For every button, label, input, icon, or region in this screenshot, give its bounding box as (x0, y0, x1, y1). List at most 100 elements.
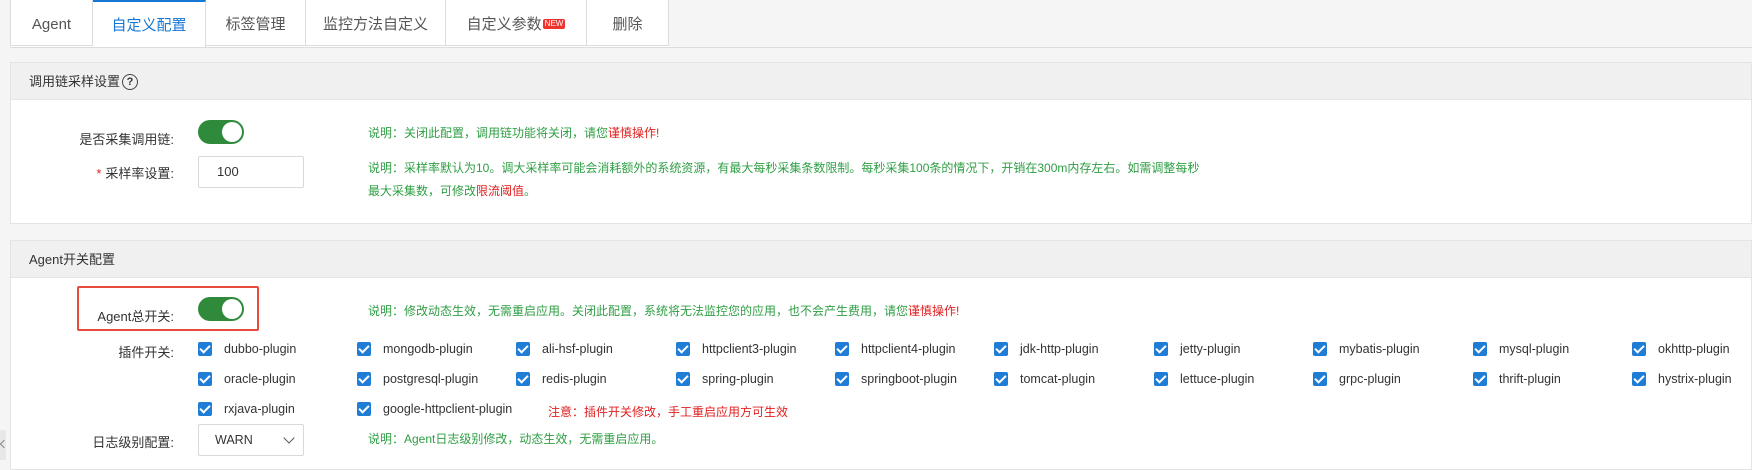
log-level-note: 说明：Agent日志级别修改，动态生效，无需重启应用。 (368, 432, 664, 446)
plugin-checkbox[interactable]: okhttp-plugin (1632, 342, 1730, 356)
collect-trace-toggle[interactable] (198, 120, 244, 144)
plugin-checkbox[interactable]: rxjava-plugin (198, 402, 295, 416)
plugin-checkbox[interactable]: grpc-plugin (1313, 372, 1401, 386)
checkbox-checked-icon[interactable] (835, 342, 849, 356)
plugin-checkbox[interactable]: redis-plugin (516, 372, 607, 386)
plugin-checkbox[interactable]: springboot-plugin (835, 372, 957, 386)
plugin-switch-label: 插件开关: (118, 345, 174, 360)
tab-monitor-method[interactable]: 监控方法自定义 (306, 0, 446, 46)
plugin-checkbox[interactable]: httpclient4-plugin (835, 342, 956, 356)
plugin-checkbox[interactable]: jdk-http-plugin (994, 342, 1099, 356)
checkbox-checked-icon[interactable] (676, 342, 690, 356)
tab-label: 删除 (612, 16, 643, 33)
plugin-checkbox[interactable]: postgresql-plugin (357, 372, 478, 386)
plugin-label: thrift-plugin (1499, 372, 1561, 386)
plugin-label: httpclient4-plugin (861, 342, 956, 356)
checkbox-checked-icon[interactable] (1313, 342, 1327, 356)
agent-master-toggle[interactable] (198, 297, 244, 321)
checkbox-checked-icon[interactable] (198, 402, 212, 416)
plugin-checkbox[interactable]: mysql-plugin (1473, 342, 1569, 356)
plugin-label: jdk-http-plugin (1020, 342, 1099, 356)
plugin-checkbox[interactable]: ali-hsf-plugin (516, 342, 613, 356)
panel-header: Agent开关配置 (11, 241, 1751, 278)
tab-label: 自定义参数 (466, 16, 542, 33)
checkbox-checked-icon[interactable] (1154, 372, 1168, 386)
tab-label: 自定义配置 (111, 17, 187, 34)
checkbox-checked-icon[interactable] (357, 372, 371, 386)
plugin-checkbox[interactable]: thrift-plugin (1473, 372, 1561, 386)
checkbox-checked-icon[interactable] (1473, 342, 1487, 356)
sample-rate-label: * 采样率设置: (60, 163, 174, 182)
note-text: 最大采集数，可修改 (368, 184, 477, 198)
checkbox-checked-icon[interactable] (1473, 372, 1487, 386)
plugin-label: postgresql-plugin (383, 372, 479, 386)
tab-label: 标签管理 (225, 16, 286, 33)
select-value: WARN (215, 433, 253, 447)
tab-divider (10, 47, 1752, 48)
checkbox-checked-icon[interactable] (198, 372, 212, 386)
checkbox-checked-icon[interactable] (994, 372, 1008, 386)
plugin-label: jetty-plugin (1180, 342, 1241, 356)
plugin-checkbox[interactable]: google-httpclient-plugin (357, 402, 512, 416)
tab-delete[interactable]: 删除 (587, 0, 669, 46)
note-line-2: 最大采集数，可修改限流阈值。 (368, 182, 1668, 200)
tab-bar: Agent 自定义配置 标签管理 监控方法自定义 自定义参数 NEW 删除 (10, 0, 669, 48)
new-badge: NEW (542, 19, 566, 30)
plugin-label: spring-plugin (702, 372, 774, 386)
plugin-checkbox[interactable]: httpclient3-plugin (676, 342, 797, 356)
rate-limit-link[interactable]: 限流阈值 (476, 184, 524, 198)
tab-tag-management[interactable]: 标签管理 (206, 0, 306, 46)
label-text: 采样率设置: (105, 166, 174, 181)
checkbox-checked-icon[interactable] (1154, 342, 1168, 356)
checkbox-checked-icon[interactable] (516, 372, 530, 386)
checkbox-checked-icon[interactable] (357, 402, 371, 416)
plugin-checkbox[interactable]: spring-plugin (676, 372, 774, 386)
help-icon[interactable]: ? (122, 73, 139, 90)
sample-rate-input[interactable]: 100 (198, 156, 304, 188)
tab-agent[interactable]: Agent (10, 0, 93, 46)
plugin-checkbox[interactable]: jetty-plugin (1154, 342, 1240, 356)
plugin-label: tomcat-plugin (1020, 372, 1096, 386)
plugin-checkbox[interactable]: mybatis-plugin (1313, 342, 1420, 356)
checkbox-checked-icon[interactable] (1632, 372, 1646, 386)
plugin-label: google-httpclient-plugin (383, 402, 513, 416)
collapse-left-icon[interactable] (0, 430, 6, 460)
agent-master-note: 说明：修改动态生效，无需重启应用。关闭此配置，系统将无法监控您的应用，也不会产生… (368, 302, 959, 320)
checkbox-checked-icon[interactable] (516, 342, 530, 356)
tab-custom-params[interactable]: 自定义参数 NEW (446, 0, 587, 46)
collect-trace-note: 说明：关闭此配置，调用链功能将关闭，请您谨慎操作! (368, 124, 659, 142)
plugin-label: springboot-plugin (861, 372, 957, 386)
panel-header: 调用链采样设置? (11, 63, 1751, 100)
plugin-label: ali-hsf-plugin (542, 342, 613, 356)
panel-title: Agent开关配置 (29, 252, 115, 267)
chevron-down-icon (283, 432, 295, 444)
plugin-label: mysql-plugin (1499, 342, 1570, 356)
checkbox-checked-icon[interactable] (994, 342, 1008, 356)
note-text: 。 (524, 184, 537, 198)
checkbox-checked-icon[interactable] (676, 372, 690, 386)
checkbox-checked-icon[interactable] (357, 342, 371, 356)
plugin-checkbox[interactable]: oracle-plugin (198, 372, 296, 386)
note-warning: 谨慎操作! (608, 126, 660, 140)
plugin-checkbox[interactable]: hystrix-plugin (1632, 372, 1732, 386)
log-level-select[interactable]: WARN (198, 424, 304, 456)
checkbox-checked-icon[interactable] (198, 342, 212, 356)
plugin-label: hystrix-plugin (1658, 372, 1732, 386)
toggle-knob (222, 299, 242, 319)
plugin-checkbox[interactable]: tomcat-plugin (994, 372, 1095, 386)
agent-master-label: Agent总开关: (97, 309, 174, 324)
plugin-label: redis-plugin (542, 372, 607, 386)
plugin-checkbox[interactable]: mongodb-plugin (357, 342, 473, 356)
plugin-label: oracle-plugin (224, 372, 296, 386)
toggle-knob (222, 122, 242, 142)
note-text: 说明：修改动态生效，无需重启应用。关闭此配置，系统将无法监控您的应用，也不会产生… (368, 304, 909, 318)
plugin-checkbox[interactable]: lettuce-plugin (1154, 372, 1254, 386)
note-line-1: 说明：采样率默认为10。调大采样率可能会消耗额外的系统资源，有最大每秒采集条数限… (368, 161, 1200, 175)
checkbox-checked-icon[interactable] (835, 372, 849, 386)
collect-trace-label: 是否采集调用链: (79, 132, 174, 147)
plugin-checkbox[interactable]: dubbo-plugin (198, 342, 296, 356)
checkbox-checked-icon[interactable] (1632, 342, 1646, 356)
sample-rate-note: 说明：采样率默认为10。调大采样率可能会消耗额外的系统资源，有最大每秒采集条数限… (368, 159, 1668, 200)
tab-custom-config[interactable]: 自定义配置 (93, 0, 206, 48)
checkbox-checked-icon[interactable] (1313, 372, 1327, 386)
